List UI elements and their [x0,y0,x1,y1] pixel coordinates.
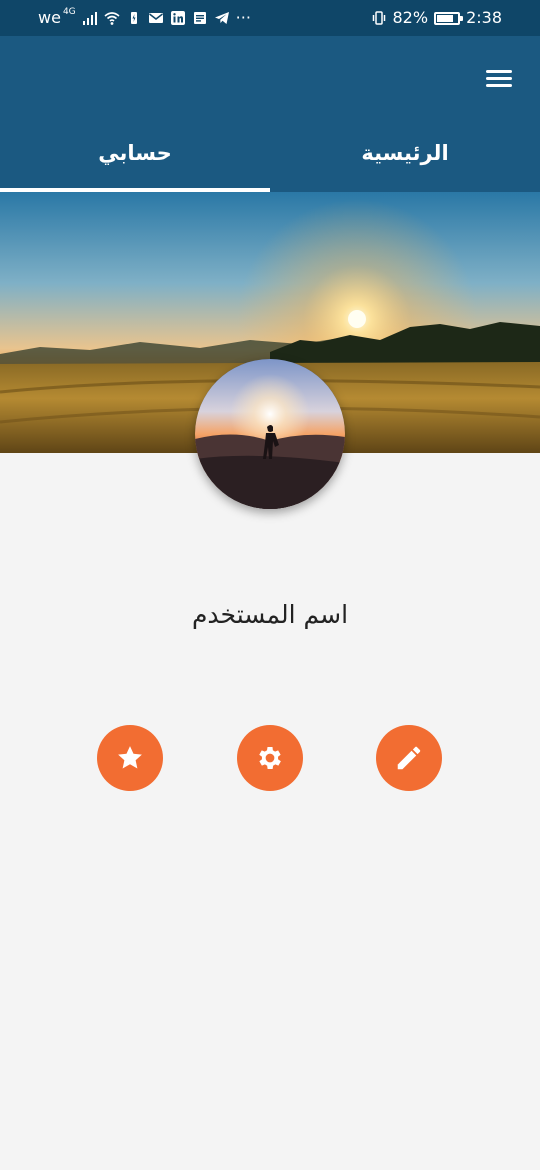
telegram-icon [214,10,230,26]
message-icon [192,10,208,26]
edit-profile-button[interactable] [376,725,442,791]
carrier-label: we [38,8,61,27]
app-header: حسابي الرئيسية [0,36,540,192]
gear-icon [255,743,285,773]
battery-saver-icon [126,10,142,26]
status-left: we 4G ··· [38,0,251,36]
network-type-label: 4G [62,7,76,17]
battery-percent-label: 82% [392,8,429,27]
clock-label: 2:38 [466,8,502,27]
settings-button[interactable] [237,725,303,791]
tab-home-label: الرئيسية [361,141,449,165]
status-bar: we 4G ··· 82% 2:38 [0,0,540,36]
user-name: اسم المستخدم [191,600,349,629]
star-icon [115,743,145,773]
signal-icon [82,10,98,26]
vibrate-icon [371,10,387,26]
linkedin-icon [170,10,186,26]
pencil-icon [394,743,424,773]
hamburger-menu-icon[interactable] [484,66,514,90]
tab-home[interactable]: الرئيسية [270,120,540,192]
favorites-button[interactable] [97,725,163,791]
profile-screen: we 4G ··· 82% 2:38 حسابي الرئيسية اسم ال… [0,0,540,1170]
more-notifications-label: ··· [235,8,251,27]
battery-icon [434,11,464,25]
tab-my-account-label: حسابي [98,141,172,165]
tab-bar: حسابي الرئيسية [0,120,540,192]
tab-my-account[interactable]: حسابي [0,120,270,192]
status-right: 82% 2:38 [371,0,502,36]
action-row [0,725,540,791]
wifi-icon [104,10,120,26]
profile-avatar[interactable] [195,359,345,509]
battery-level-fill [437,14,454,22]
mail-icon [148,10,164,26]
